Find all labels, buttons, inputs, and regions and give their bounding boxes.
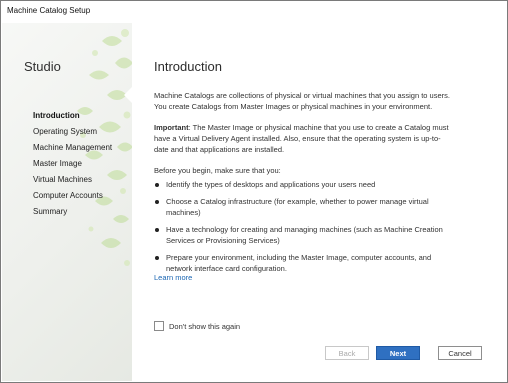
window-title: Machine Catalog Setup bbox=[1, 1, 507, 23]
before-begin-text: Before you begin, make sure that you: bbox=[154, 166, 281, 175]
list-item: Identify the types of desktops and appli… bbox=[154, 179, 454, 190]
learn-more-link[interactable]: Learn more bbox=[154, 273, 192, 282]
step-machine-management[interactable]: Machine Management bbox=[33, 140, 112, 156]
important-paragraph: Important: The Master Image or physical … bbox=[154, 122, 454, 155]
main-panel: Introduction Machine Catalogs are collec… bbox=[124, 23, 507, 381]
machine-catalog-setup-window: Machine Catalog Setup Studio Introductio… bbox=[0, 0, 508, 383]
intro-content: Machine Catalogs are collections of phys… bbox=[154, 90, 454, 280]
list-item-text: Identify the types of desktops and appli… bbox=[166, 180, 376, 189]
list-item: Choose a Catalog infrastructure (for exa… bbox=[154, 196, 454, 218]
important-label: Important bbox=[154, 123, 189, 132]
dont-show-label: Don't show this again bbox=[169, 321, 241, 331]
step-operating-system[interactable]: Operating System bbox=[33, 124, 112, 140]
step-master-image[interactable]: Master Image bbox=[33, 156, 112, 172]
bullet-icon bbox=[155, 255, 159, 260]
step-summary[interactable]: Summary bbox=[33, 204, 112, 220]
important-text: : The Master Image or physical machine t… bbox=[154, 123, 449, 154]
page-title: Introduction bbox=[154, 59, 222, 74]
dont-show-option[interactable]: Don't show this again bbox=[154, 321, 240, 331]
studio-title: Studio bbox=[24, 59, 61, 74]
list-item-text: Prepare your environment, including the … bbox=[166, 253, 432, 273]
list-item-text: Choose a Catalog infrastructure (for exa… bbox=[166, 197, 429, 217]
step-virtual-machines[interactable]: Virtual Machines bbox=[33, 172, 112, 188]
wizard-steps: Introduction Operating System Machine Ma… bbox=[33, 108, 112, 220]
list-item-text: Have a technology for creating and manag… bbox=[166, 225, 443, 245]
list-item: Have a technology for creating and manag… bbox=[154, 224, 454, 246]
bullet-icon bbox=[155, 182, 159, 187]
dont-show-checkbox[interactable] bbox=[154, 321, 164, 331]
intro-paragraph: Machine Catalogs are collections of phys… bbox=[154, 91, 450, 111]
back-button[interactable]: Back bbox=[325, 346, 369, 360]
active-step-pointer bbox=[124, 87, 132, 103]
list-item: Prepare your environment, including the … bbox=[154, 252, 454, 274]
cancel-button[interactable]: Cancel bbox=[438, 346, 482, 360]
next-button[interactable]: Next bbox=[376, 346, 420, 360]
step-introduction[interactable]: Introduction bbox=[33, 108, 112, 124]
bullet-icon bbox=[155, 227, 159, 232]
bullet-icon bbox=[155, 199, 159, 204]
sidebar: Studio Introduction Operating System Mac… bbox=[2, 23, 132, 381]
step-computer-accounts[interactable]: Computer Accounts bbox=[33, 188, 112, 204]
